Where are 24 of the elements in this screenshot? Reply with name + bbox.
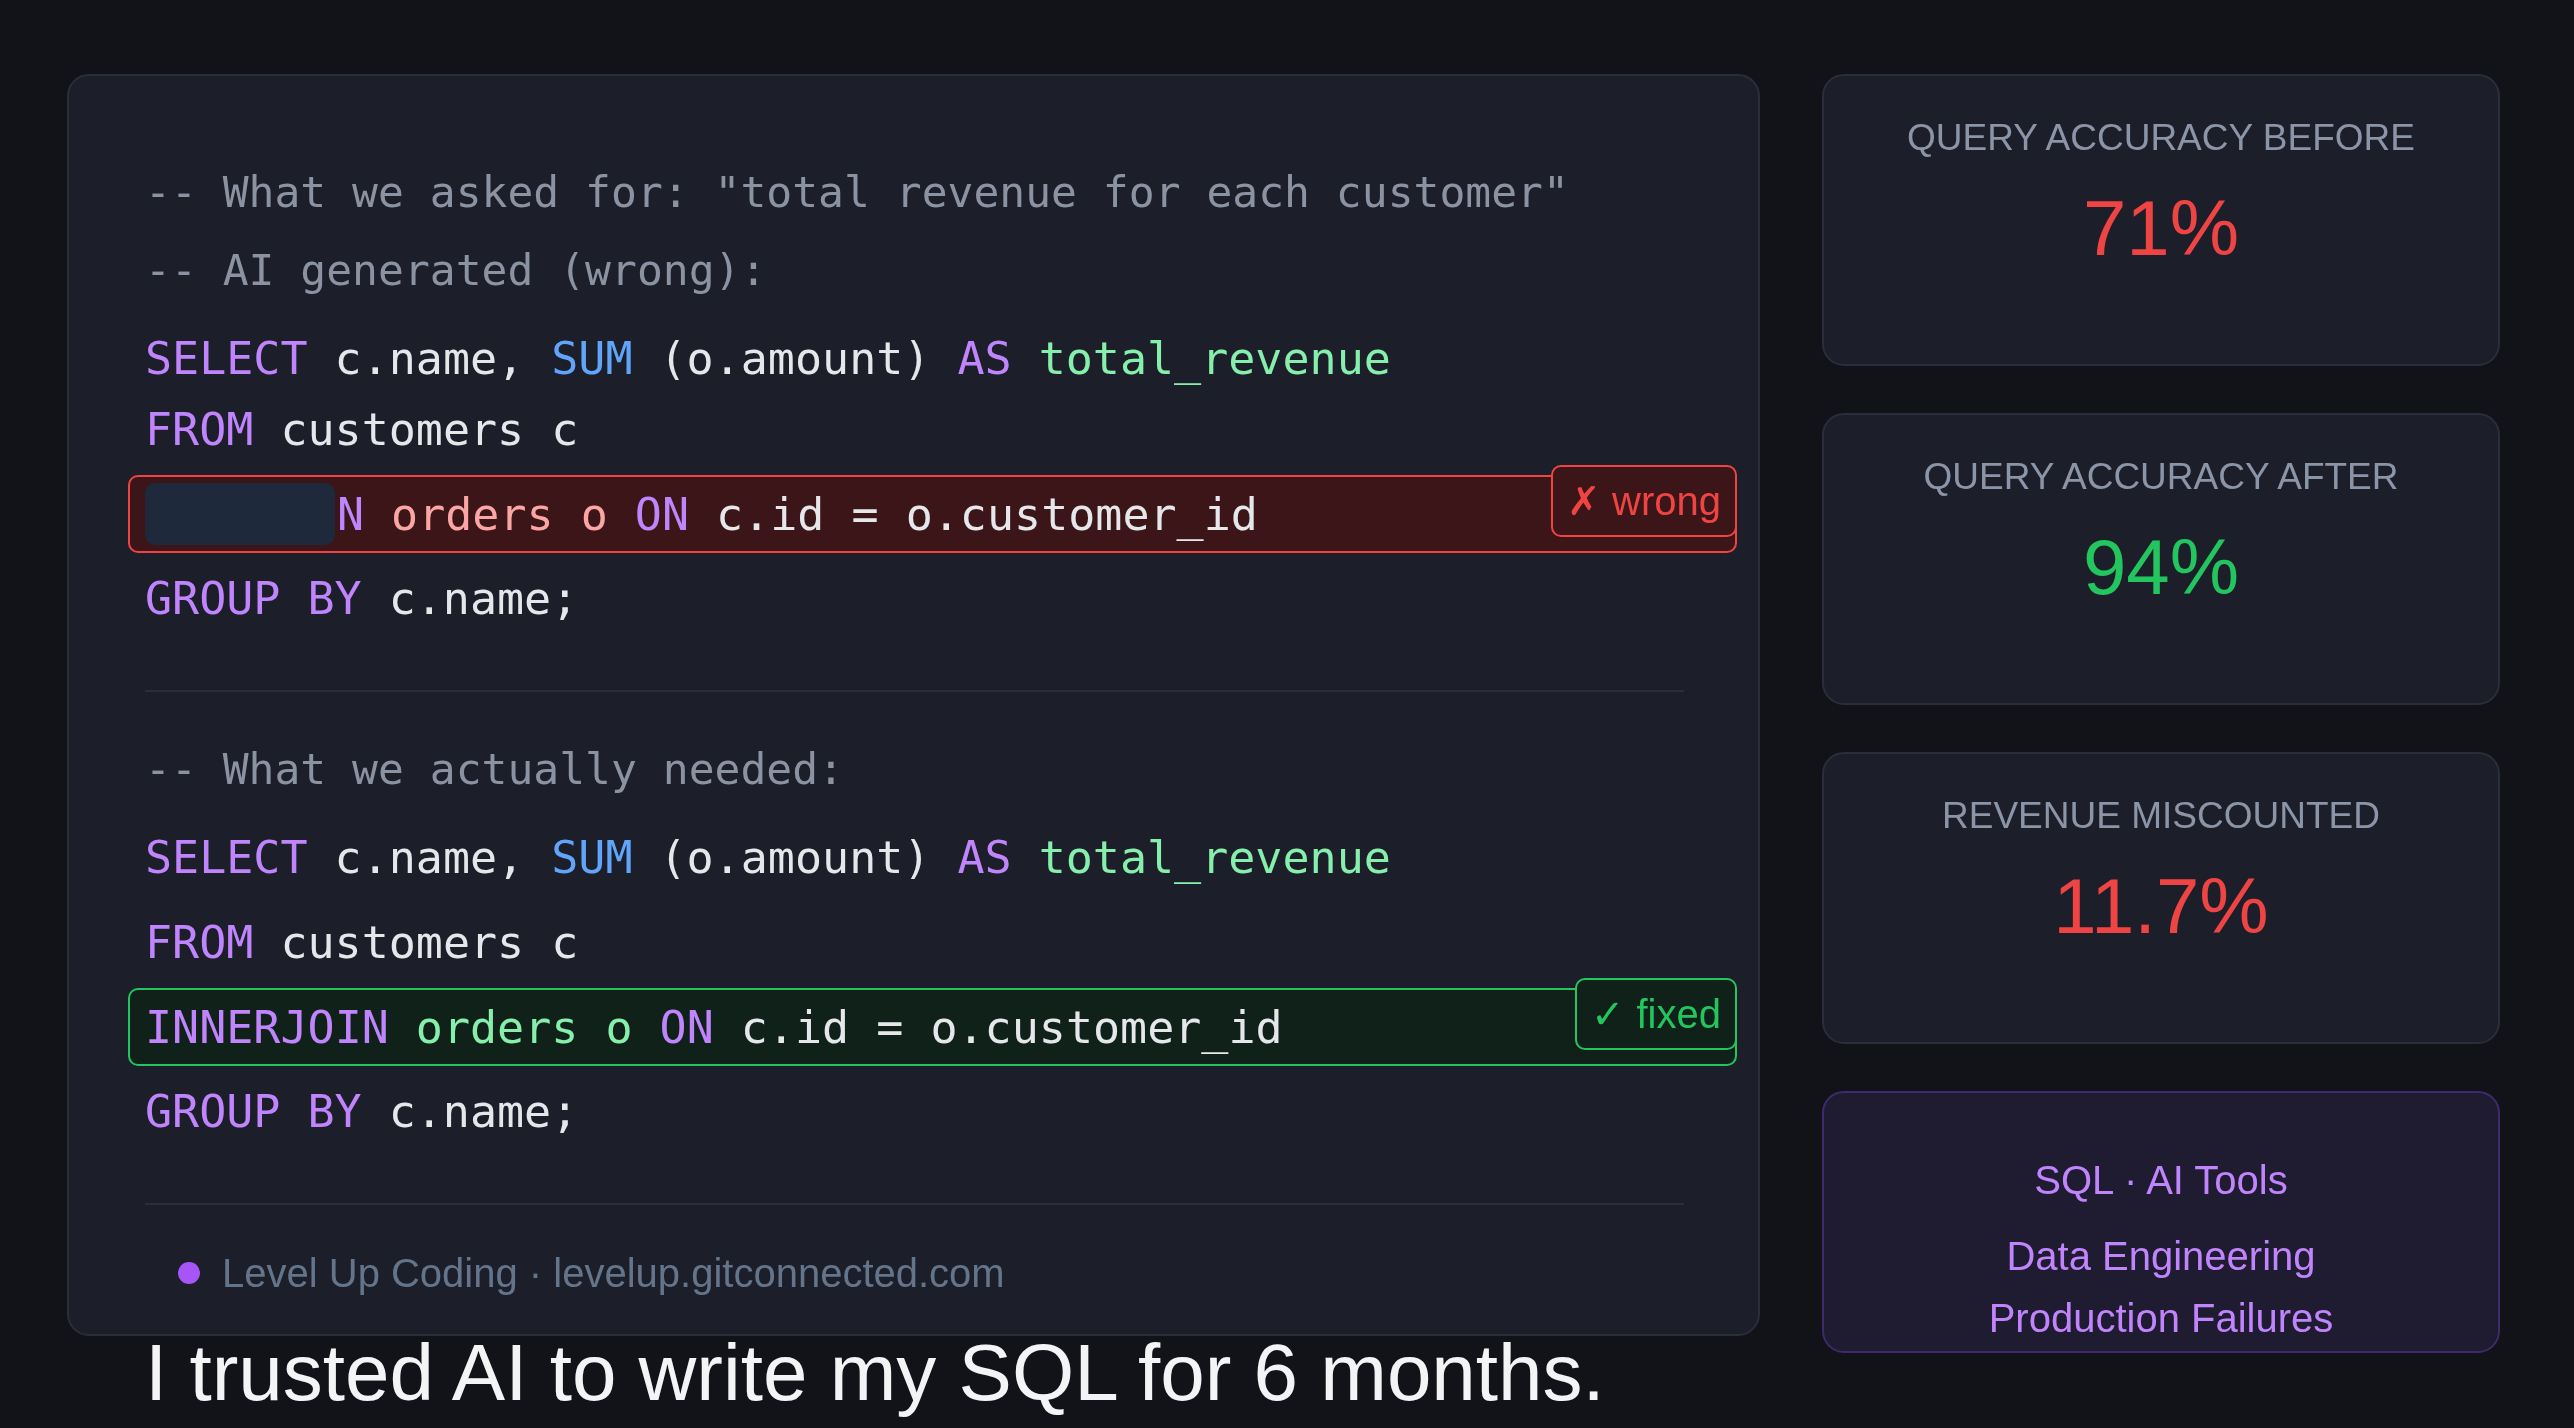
code-comment: -- What we asked for: "total revenue for each customer" — [145, 166, 1569, 219]
stat-value: 94% — [2082, 522, 2240, 613]
topic-tag: SQL · AI Tools — [2034, 1149, 2288, 1211]
stat-label: REVENUE MISCOUNTED — [1942, 794, 2380, 838]
code-line: SELECT c.name, SUM (o.amount) AS total_revenue — [145, 830, 1391, 886]
code-line: SELECT c.name, SUM (o.amount) AS total_revenue — [145, 331, 1391, 387]
code-line: FROM customers c — [145, 402, 579, 458]
fixed-badge: ✓ fixed — [1575, 978, 1737, 1050]
topic-tag: Production Failures — [1988, 1287, 2334, 1349]
code-line: FROM customers c — [145, 915, 579, 971]
headline: I trusted AI to write my SQL for 6 months. — [144, 1330, 1606, 1416]
code-line: GROUP BY c.name; — [145, 571, 579, 627]
topic-tag: Data Engineering — [2006, 1225, 2316, 1287]
code-line: GROUP BY c.name; — [145, 1084, 579, 1140]
code-comment: -- AI generated (wrong): — [145, 244, 767, 297]
stat-label: QUERY ACCURACY BEFORE — [1907, 116, 2415, 160]
wrong-badge: ✗ wrong — [1550, 465, 1737, 537]
code-line: N orders o ON c.id = o.customer_id — [337, 486, 1258, 543]
source-text: Level Up Coding · levelup.gitconnected.com — [222, 1250, 1005, 1297]
stat-label: QUERY ACCURACY AFTER — [1923, 455, 2399, 499]
code-line: INNERJOIN orders o ON c.id = o.customer_id — [145, 999, 1283, 1056]
stat-value: 71% — [2082, 183, 2240, 274]
code-comment: -- What we actually needed: — [145, 743, 844, 796]
stat-value: 11.7% — [2053, 861, 2269, 952]
